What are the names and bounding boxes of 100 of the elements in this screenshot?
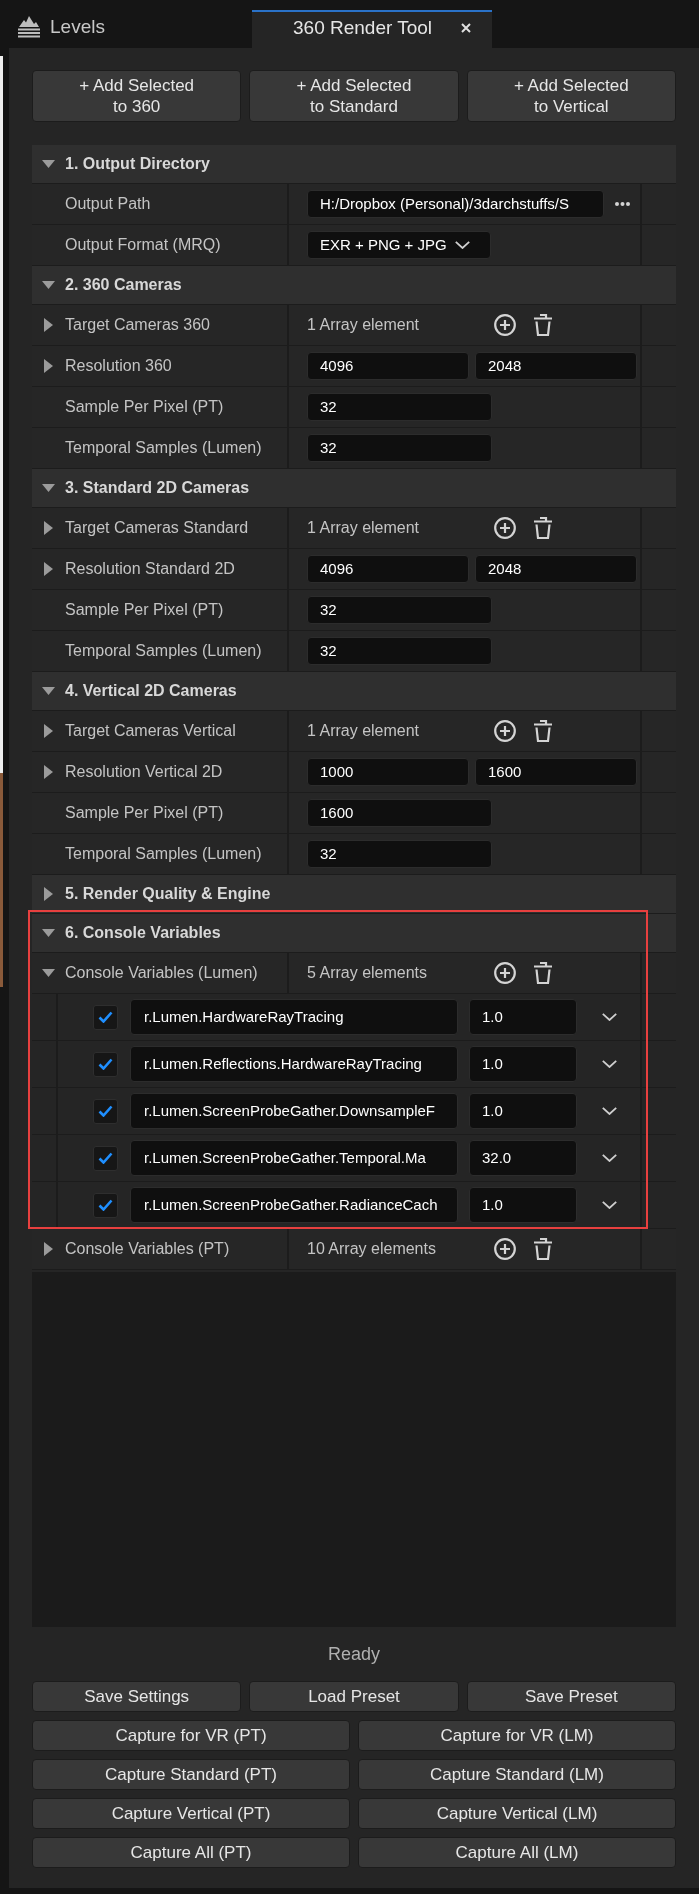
triangle-down-icon[interactable] (42, 484, 55, 492)
action-button[interactable]: Capture Standard (LM) (358, 1759, 676, 1790)
chevron-down-icon[interactable] (602, 1013, 617, 1021)
input-field[interactable]: r.Lumen.ScreenProbeGather.RadianceCach (130, 1187, 458, 1223)
add-selected-button[interactable]: + Add Selected to Standard (249, 70, 459, 122)
format-dropdown[interactable]: EXR + PNG + JPG (307, 231, 491, 259)
input-field[interactable]: 1.0 (469, 1046, 577, 1082)
action-button[interactable]: Capture All (PT) (32, 1837, 350, 1868)
input-field[interactable]: 1600 (475, 758, 637, 786)
section-header[interactable]: 3. Standard 2D Cameras (32, 469, 676, 508)
input-field[interactable]: 4096 (307, 352, 469, 380)
input-field[interactable]: 2048 (475, 555, 637, 583)
mountain-layers-icon (17, 16, 41, 38)
checkbox[interactable] (93, 1145, 118, 1171)
trash-icon[interactable] (533, 314, 553, 336)
triangle-right-icon[interactable] (44, 765, 53, 779)
triangle-down-icon[interactable] (42, 281, 55, 289)
input-field[interactable]: 2048 (475, 352, 637, 380)
action-button[interactable]: Capture for VR (LM) (358, 1720, 676, 1751)
status-text: Ready (328, 1642, 380, 1666)
triangle-right-icon[interactable] (44, 359, 53, 373)
trash-icon[interactable] (533, 1238, 553, 1260)
input-field[interactable]: r.Lumen.Reflections.HardwareRayTracing (130, 1046, 458, 1082)
action-button[interactable]: Capture Vertical (PT) (32, 1798, 350, 1829)
chevron-down-icon[interactable] (602, 1107, 617, 1115)
property-label: Sample Per Pixel (PT) (65, 803, 224, 823)
section-header[interactable]: 4. Vertical 2D Cameras (32, 672, 676, 711)
triangle-right-icon[interactable] (44, 521, 53, 535)
triangle-down-icon[interactable] (42, 160, 55, 168)
triangle-right-icon[interactable] (44, 724, 53, 738)
chevron-down-icon (455, 241, 470, 249)
action-button[interactable]: Load Preset (249, 1681, 459, 1712)
triangle-down-icon[interactable] (42, 969, 55, 977)
add-selected-button[interactable]: + Add Selected to 360 (32, 70, 242, 122)
section-title: 4. Vertical 2D Cameras (65, 681, 237, 701)
checkbox[interactable] (93, 1051, 118, 1077)
checkbox[interactable] (93, 1098, 118, 1124)
checkbox[interactable] (93, 1192, 118, 1218)
input-field[interactable]: 1.0 (469, 1093, 577, 1129)
action-button[interactable]: Capture Vertical (LM) (358, 1798, 676, 1829)
add-icon[interactable] (494, 517, 516, 539)
checkbox[interactable] (93, 1004, 118, 1030)
array-count: 1 Array element (307, 721, 421, 741)
property-label: Temporal Samples (Lumen) (65, 438, 262, 458)
check-icon (98, 1011, 113, 1023)
input-field[interactable]: 32.0 (469, 1140, 577, 1176)
action-button[interactable]: Capture All (LM) (358, 1837, 676, 1868)
input-field[interactable]: 32 (307, 840, 492, 868)
action-button[interactable]: Save Settings (32, 1681, 242, 1712)
section-header[interactable]: 1. Output Directory (32, 145, 676, 184)
tab[interactable]: Levels (12, 10, 252, 48)
add-icon[interactable] (494, 962, 516, 984)
trash-icon[interactable] (533, 720, 553, 742)
trash-icon[interactable] (533, 517, 553, 539)
section-header[interactable]: 6. Console Variables (32, 914, 676, 953)
triangle-down-icon[interactable] (42, 929, 55, 937)
triangle-right-icon[interactable] (44, 1242, 53, 1256)
input-field[interactable]: 1000 (307, 758, 469, 786)
property-label: Temporal Samples (Lumen) (65, 641, 262, 661)
input-field[interactable]: 1.0 (469, 1187, 577, 1223)
input-field[interactable]: 32 (307, 637, 492, 665)
action-button[interactable]: Capture for VR (PT) (32, 1720, 350, 1751)
section-header[interactable]: 2. 360 Cameras (32, 266, 676, 305)
triangle-down-icon[interactable] (42, 687, 55, 695)
check-icon (98, 1199, 113, 1211)
input-field[interactable]: r.Lumen.HardwareRayTracing (130, 999, 458, 1035)
check-icon (98, 1058, 113, 1070)
property-label: Output Path (65, 194, 151, 214)
triangle-right-icon[interactable] (44, 887, 53, 901)
property-label: Output Format (MRQ) (65, 235, 221, 255)
triangle-right-icon[interactable] (44, 318, 53, 332)
chevron-down-icon[interactable] (602, 1154, 617, 1162)
chevron-down-icon[interactable] (602, 1201, 617, 1209)
action-button[interactable]: Save Preset (466, 1681, 676, 1712)
add-selected-button[interactable]: + Add Selected to Vertical (466, 70, 676, 122)
array-count: 10 Array elements (307, 1239, 437, 1259)
add-icon[interactable] (494, 314, 516, 336)
more-icon[interactable] (615, 202, 630, 206)
input-field[interactable]: H:/Dropbox (Personal)/3darchstuffs/S (307, 190, 604, 218)
add-icon[interactable] (494, 720, 516, 742)
trash-icon[interactable] (533, 962, 553, 984)
property-label: Console Variables (Lumen) (65, 963, 258, 983)
input-field[interactable]: 32 (307, 393, 492, 421)
triangle-right-icon[interactable] (44, 562, 53, 576)
input-field[interactable]: r.Lumen.ScreenProbeGather.DownsampleF (130, 1093, 458, 1129)
input-field[interactable]: r.Lumen.ScreenProbeGather.Temporal.Ma (130, 1140, 458, 1176)
action-button[interactable]: Capture Standard (PT) (32, 1759, 350, 1790)
section-title: 5. Render Quality & Engine (65, 884, 271, 904)
section-header[interactable]: 5. Render Quality & Engine (32, 875, 676, 914)
close-icon[interactable] (461, 23, 471, 33)
input-field[interactable]: 32 (307, 434, 492, 462)
input-field[interactable]: 32 (307, 596, 492, 624)
tab[interactable]: 360 Render Tool (252, 10, 492, 48)
section-title: 6. Console Variables (65, 923, 221, 943)
input-field[interactable]: 1600 (307, 799, 492, 827)
chevron-down-icon[interactable] (602, 1060, 617, 1068)
add-icon[interactable] (494, 1238, 516, 1260)
input-field[interactable]: 4096 (307, 555, 469, 583)
property-label: Sample Per Pixel (PT) (65, 397, 224, 417)
input-field[interactable]: 1.0 (469, 999, 577, 1035)
